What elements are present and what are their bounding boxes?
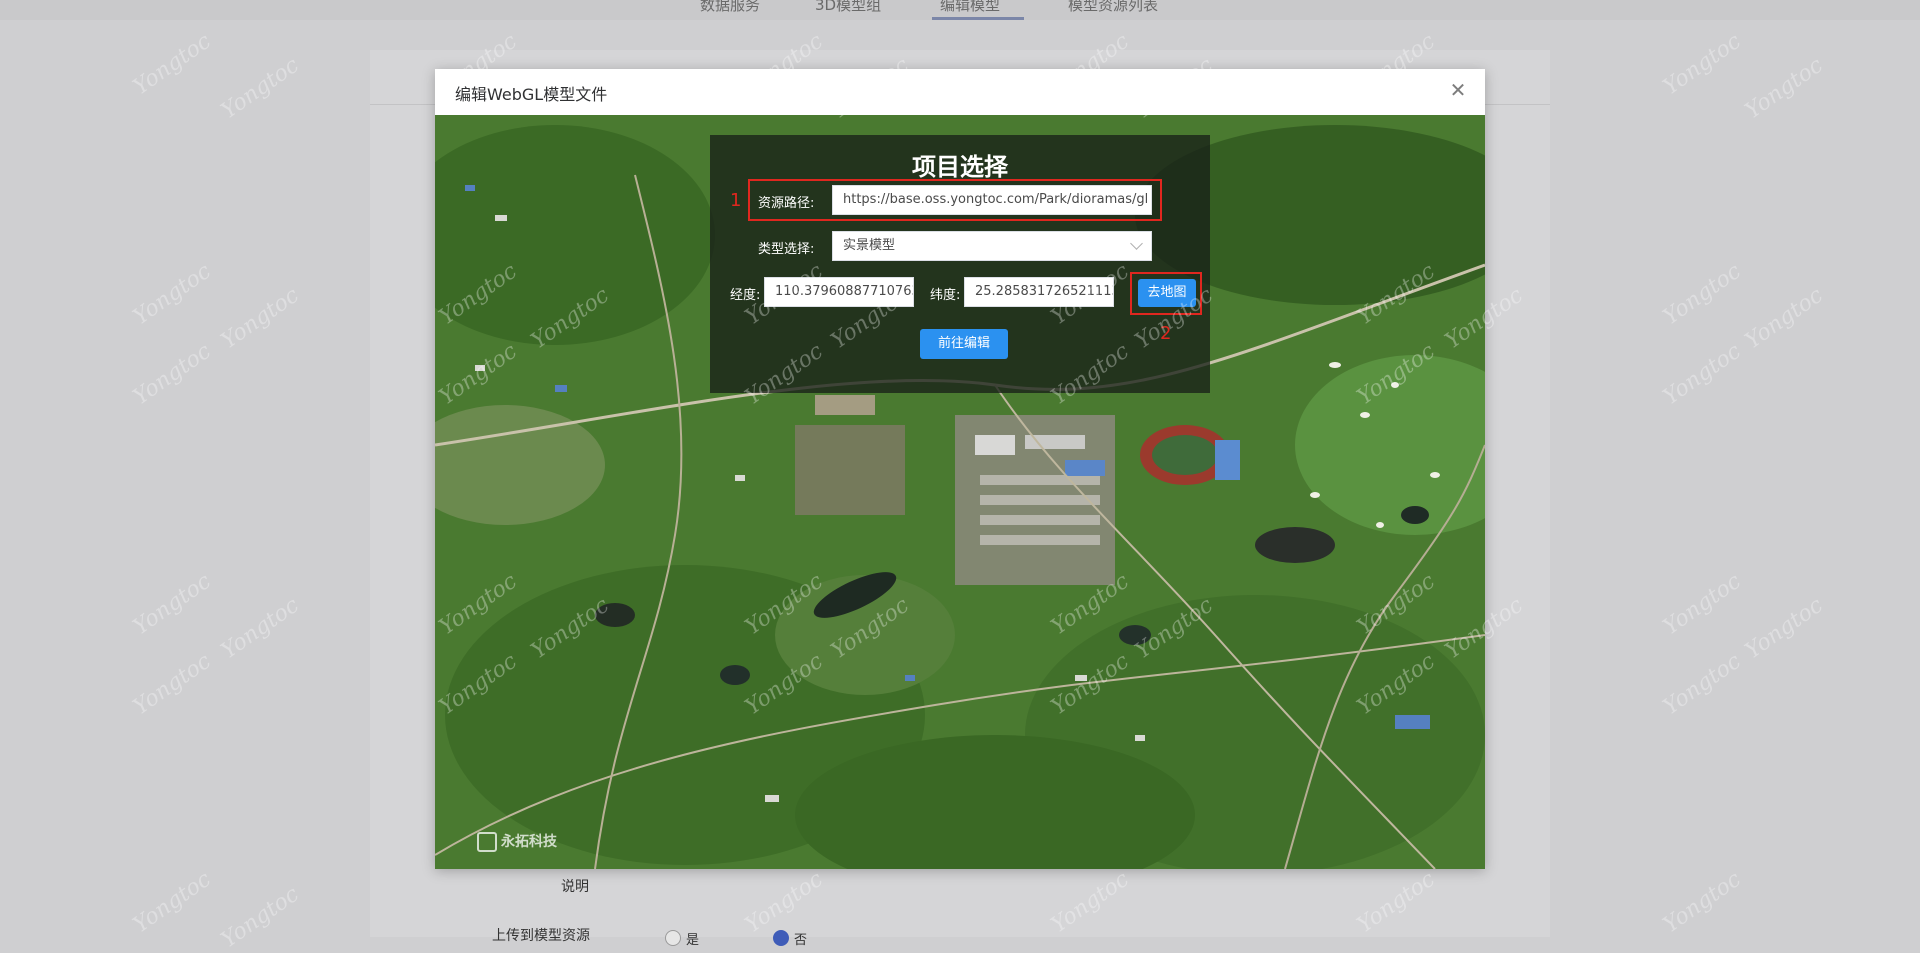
company-logo-text: 永拓科技 bbox=[501, 834, 557, 850]
watermark: Yongtoc bbox=[1740, 282, 1828, 355]
type-select[interactable]: 实景模型 bbox=[832, 231, 1152, 261]
dialog-header: 编辑WebGL模型文件 ✕ bbox=[435, 69, 1485, 115]
latitude-input[interactable]: 25.285831726521113 bbox=[964, 277, 1114, 307]
tab-3d-model-group[interactable]: 3D模型组 bbox=[815, 0, 881, 15]
longitude-input[interactable]: 110.37960887710763 bbox=[764, 277, 914, 307]
watermark: Yongtoc bbox=[128, 866, 216, 939]
dialog-title: 编辑WebGL模型文件 bbox=[455, 85, 608, 104]
radio-no-label: 否 bbox=[794, 933, 808, 948]
background-tabs: 数据服务 3D模型组 编辑模型 模型资源列表 bbox=[0, 0, 1920, 20]
company-logo: 永拓科技 bbox=[477, 831, 557, 852]
close-icon[interactable]: ✕ bbox=[1447, 79, 1469, 101]
watermark: Yongtoc bbox=[1658, 338, 1746, 411]
annotation-box-1 bbox=[748, 179, 1162, 221]
watermark: Yongtoc bbox=[1658, 648, 1746, 721]
watermark: Yongtoc bbox=[128, 258, 216, 331]
edit-webgl-model-dialog: 编辑WebGL模型文件 ✕ 永拓科技 项目选择 资源路径: https://ba… bbox=[435, 69, 1485, 869]
tab-data-service[interactable]: 数据服务 bbox=[700, 0, 760, 15]
tab-model-resource-list[interactable]: 模型资源列表 bbox=[1068, 0, 1158, 15]
watermark: Yongtoc bbox=[128, 28, 216, 101]
latitude-label: 纬度: bbox=[930, 288, 961, 303]
watermark: Yongtoc bbox=[1740, 52, 1828, 125]
type-select-label: 类型选择: bbox=[758, 242, 815, 257]
panel-title: 项目选择 bbox=[912, 153, 1008, 181]
tab-edit-model[interactable]: 编辑模型 bbox=[940, 0, 1000, 15]
chevron-down-icon bbox=[1130, 237, 1143, 250]
project-selection-panel: 项目选择 资源路径: https://base.oss.yongtoc.com/… bbox=[710, 135, 1210, 393]
satellite-map[interactable]: 永拓科技 项目选择 资源路径: https://base.oss.yongtoc… bbox=[435, 115, 1485, 869]
active-tab-indicator bbox=[932, 17, 1024, 20]
watermark: Yongtoc bbox=[216, 881, 304, 953]
watermark: Yongtoc bbox=[1658, 258, 1746, 331]
watermark: Yongtoc bbox=[128, 338, 216, 411]
annotation-box-2 bbox=[1130, 272, 1202, 315]
type-select-value: 实景模型 bbox=[843, 238, 896, 253]
upload-label: 上传到模型资源 bbox=[492, 928, 590, 944]
radio-yes[interactable] bbox=[665, 930, 681, 946]
annotation-number-1: 1 bbox=[730, 190, 742, 211]
watermark: Yongtoc bbox=[1740, 592, 1828, 665]
watermark: Yongtoc bbox=[1658, 568, 1746, 641]
annotation-number-2: 2 bbox=[1160, 323, 1172, 344]
watermark: Yongtoc bbox=[216, 52, 304, 125]
logo-icon bbox=[477, 832, 497, 852]
watermark: Yongtoc bbox=[216, 592, 304, 665]
description-label: 说明 bbox=[561, 879, 589, 895]
watermark: Yongtoc bbox=[1658, 28, 1746, 101]
longitude-label: 经度: bbox=[730, 288, 761, 303]
watermark: Yongtoc bbox=[128, 648, 216, 721]
radio-yes-label: 是 bbox=[686, 933, 700, 948]
watermark: Yongtoc bbox=[128, 568, 216, 641]
watermark: Yongtoc bbox=[1658, 866, 1746, 939]
radio-no[interactable] bbox=[773, 930, 789, 946]
watermark: Yongtoc bbox=[216, 282, 304, 355]
go-to-edit-button[interactable]: 前往编辑 bbox=[920, 329, 1008, 359]
